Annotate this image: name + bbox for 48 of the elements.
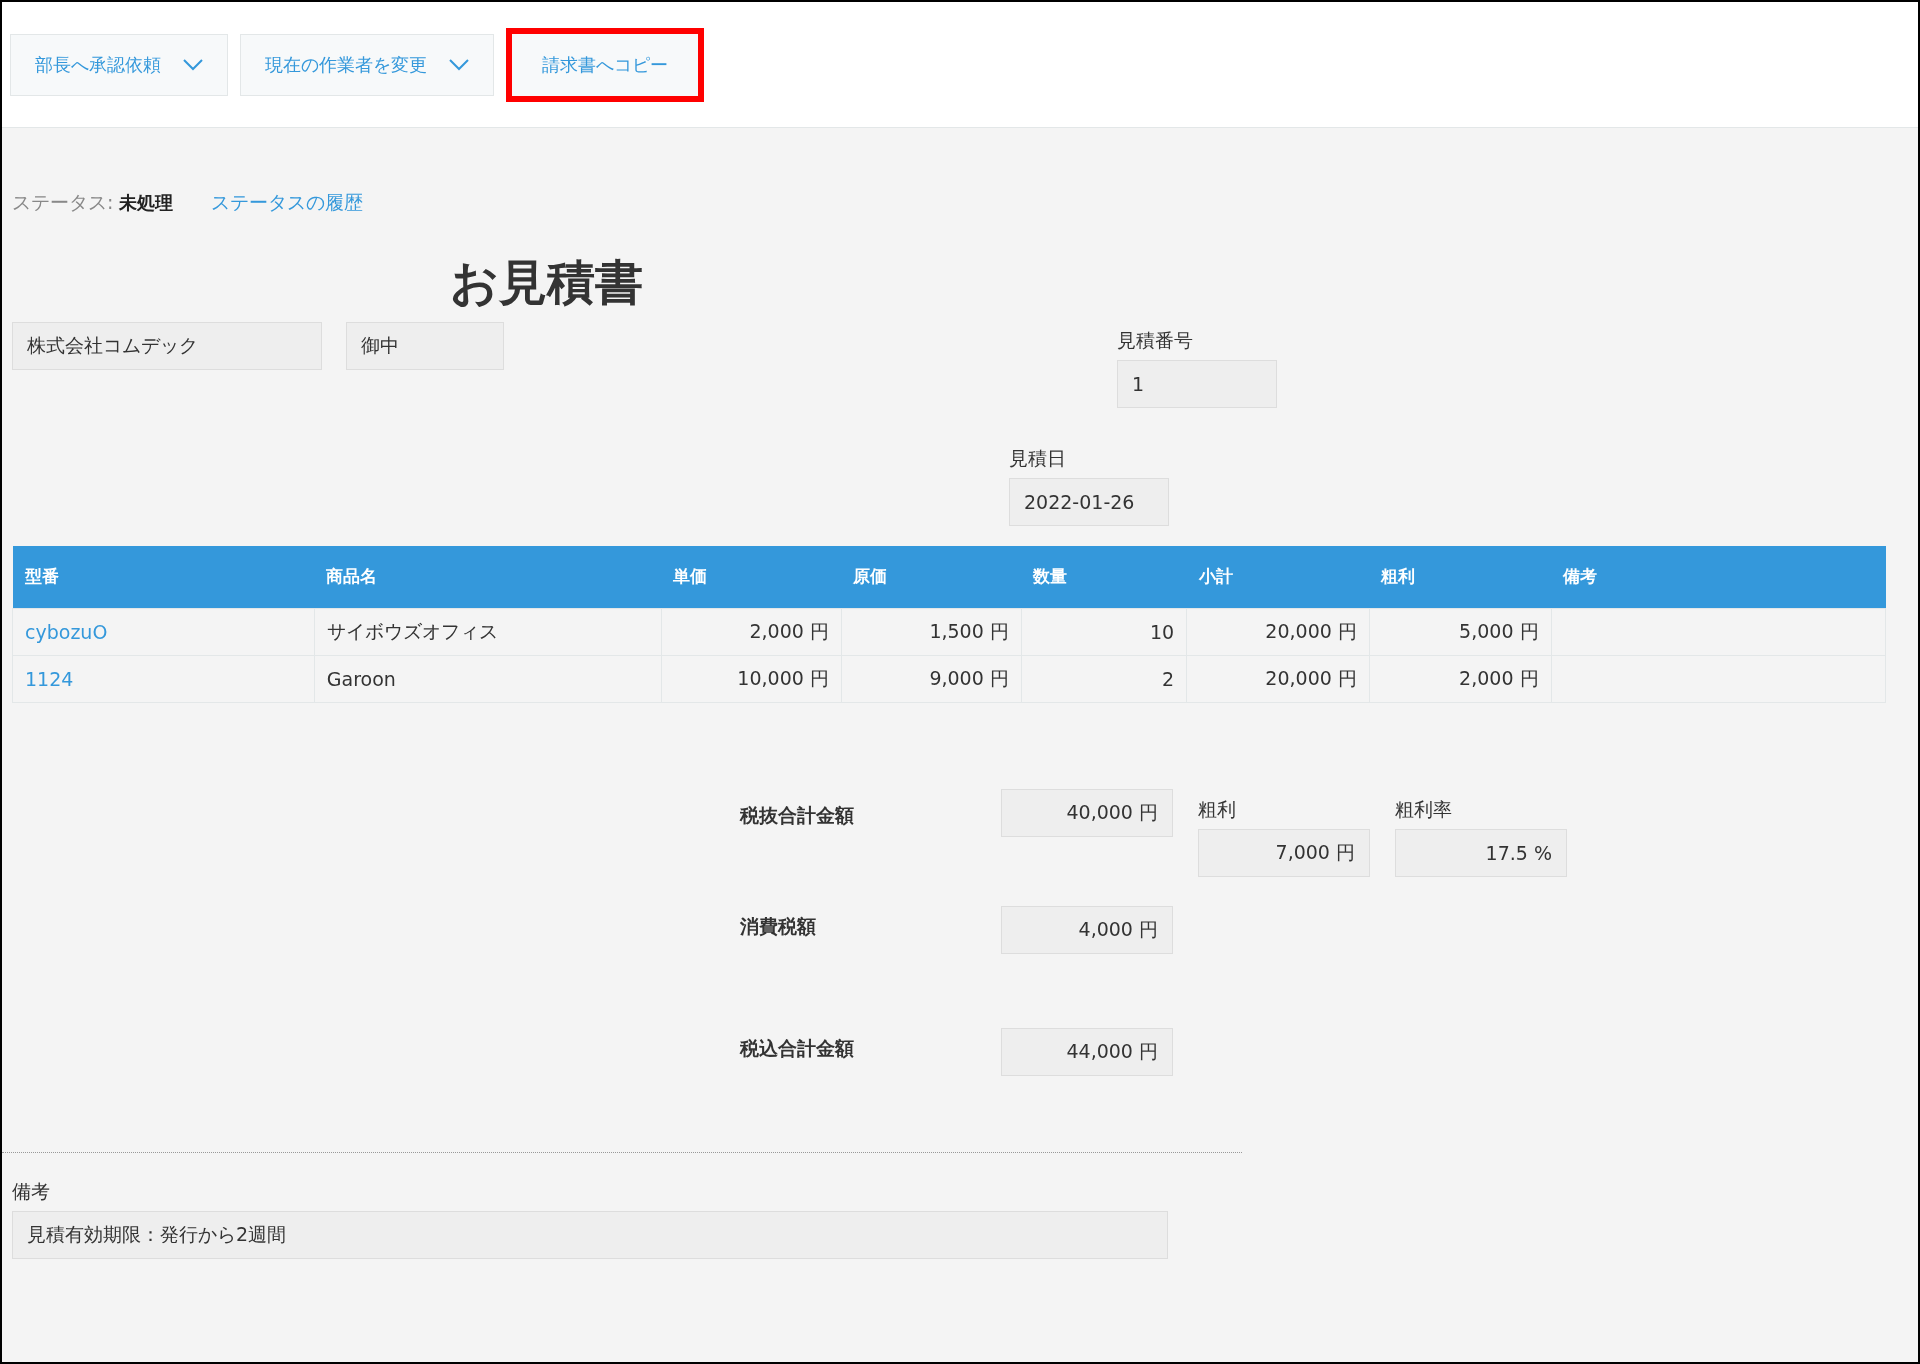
total-field: 44,000 円 bbox=[1001, 1027, 1173, 1076]
field-label: 見積日 bbox=[1009, 445, 1067, 471]
field-label: 見積番号 bbox=[1117, 327, 1194, 353]
table-cell: 2,000 円 bbox=[661, 608, 842, 656]
table-cell: 10,000 円 bbox=[661, 655, 842, 703]
gross-profit-field: 7,000 円 bbox=[1198, 828, 1370, 877]
table-cell: 20,000 円 bbox=[1186, 608, 1370, 656]
product-code-link[interactable]: cybozuO bbox=[25, 620, 108, 643]
notes-field: 見積有効期限：発行から2週間 bbox=[12, 1210, 1168, 1259]
honorific-field: 御中 bbox=[346, 321, 504, 370]
field-label: 税込合計金額 bbox=[740, 1035, 855, 1061]
dropdown-button[interactable]: 現在の作業者を変更 bbox=[240, 33, 494, 96]
status-history-link[interactable]: ステータスの履歴 bbox=[211, 190, 364, 216]
table-cell: サイボウズオフィス bbox=[314, 608, 662, 656]
table-cell: 2,000 円 bbox=[1369, 655, 1551, 703]
column-header: 型番 bbox=[12, 545, 315, 609]
column-header: 原価 bbox=[841, 545, 1022, 609]
product-code-link[interactable]: 1124 bbox=[25, 667, 74, 690]
column-header: 粗利 bbox=[1369, 545, 1551, 609]
table-cell: 1,500 円 bbox=[841, 608, 1022, 656]
action-button[interactable]: 請求書へコピー bbox=[506, 27, 704, 102]
chevron-down-icon bbox=[449, 58, 469, 71]
tax-field: 4,000 円 bbox=[1001, 905, 1173, 954]
table-cell: 2 bbox=[1021, 655, 1187, 703]
field-label: 粗利率 bbox=[1395, 796, 1453, 822]
field-label: 備考 bbox=[12, 1178, 51, 1204]
table-cell: 20,000 円 bbox=[1186, 655, 1370, 703]
field-label: 消費税額 bbox=[740, 913, 817, 939]
subtotal-field: 40,000 円 bbox=[1001, 788, 1173, 837]
column-header: 備考 bbox=[1551, 545, 1886, 609]
column-header: 商品名 bbox=[314, 545, 662, 609]
table-cell: 10 bbox=[1021, 608, 1187, 656]
column-header: 数量 bbox=[1021, 545, 1187, 609]
status-text: ステータス: 未処理 bbox=[12, 190, 174, 215]
field-label: 粗利 bbox=[1198, 796, 1237, 822]
document-title: お見積書 bbox=[450, 254, 644, 312]
table-cell: 9,000 円 bbox=[841, 655, 1022, 703]
estimate-number-field: 1 bbox=[1117, 359, 1277, 408]
chevron-down-icon bbox=[183, 58, 203, 71]
table-cell: 5,000 円 bbox=[1369, 608, 1551, 656]
customer-name-field: 株式会社コムデック bbox=[12, 321, 322, 370]
dropdown-button[interactable]: 部長へ承認依頼 bbox=[10, 33, 228, 96]
field-label: 税抜合計金額 bbox=[740, 802, 855, 828]
table-cell: Garoon bbox=[314, 655, 662, 703]
column-header: 単価 bbox=[661, 545, 842, 609]
column-header: 小計 bbox=[1186, 545, 1370, 609]
estimate-date-field: 2022-01-26 bbox=[1009, 477, 1169, 526]
margin-rate-field: 17.5 % bbox=[1395, 828, 1567, 877]
